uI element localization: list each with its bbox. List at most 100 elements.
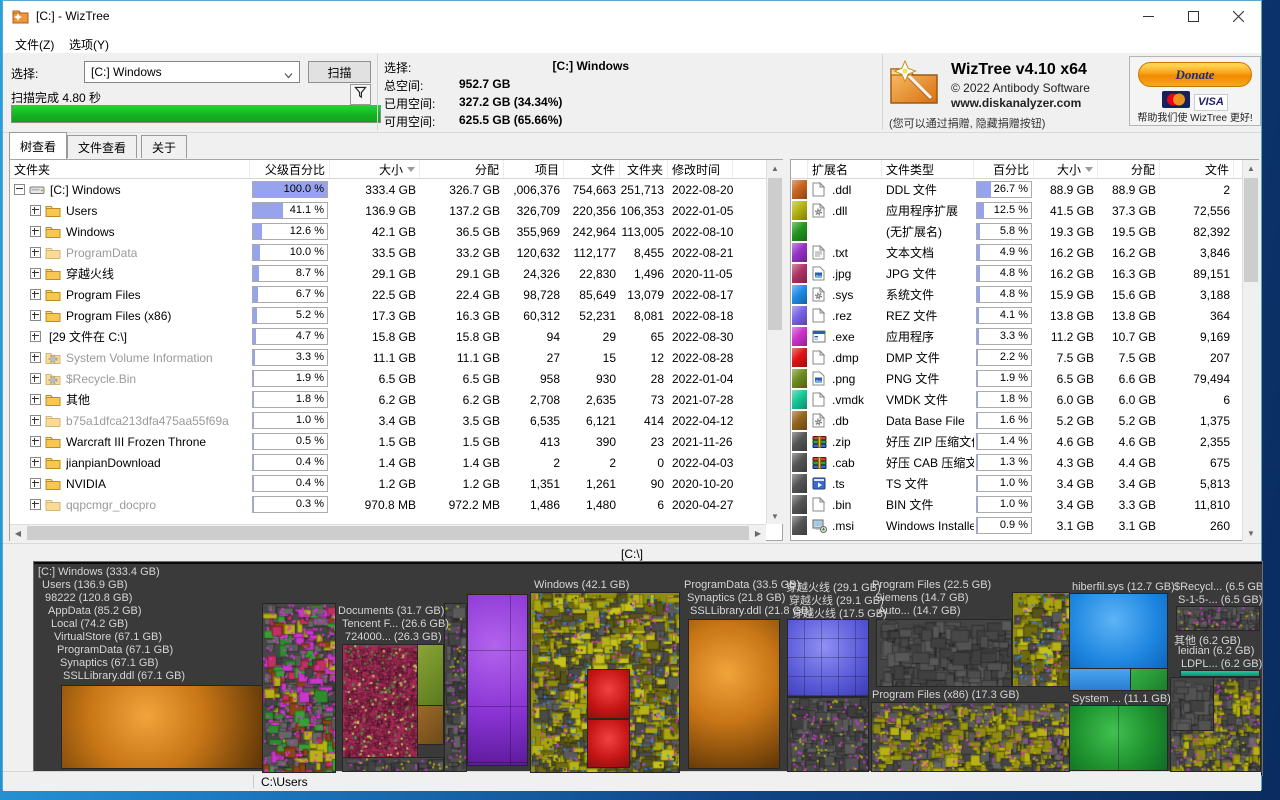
treemap-mosaic[interactable] [1013,593,1069,686]
scrollbar-thumb[interactable] [27,526,749,540]
treemap-mosaic[interactable] [1171,678,1213,730]
tree-expander[interactable] [30,226,41,237]
treemap-mosaic[interactable] [788,698,868,771]
scroll-left-icon[interactable]: ◀ [10,525,26,541]
folder-table-row[interactable]: qqpcmgr_docpro 0.3 % 970.8 MB 972.2 MB 1… [10,494,782,515]
col-size[interactable]: 大小 [330,160,420,178]
treemap[interactable]: [C:] Windows (333.4 GB)Users (136.9 GB)9… [34,562,1262,775]
tree-expander[interactable] [30,436,41,447]
ext-table-row[interactable]: .png PNG 文件 1.9 % 6.5 GB 6.6 GB 79,494 [791,368,1258,389]
treemap-block[interactable] [468,595,527,765]
folder-vertical-scrollbar[interactable]: ▲ ▼ [766,160,783,524]
tab-tree-view[interactable]: 树查看 [9,132,67,159]
col-filetype[interactable]: 文件类型 [882,160,974,178]
folder-table-row[interactable]: System Volume Information 3.3 % 11.1 GB … [10,347,782,368]
treemap-block[interactable] [689,620,779,768]
treemap-block[interactable] [588,720,629,767]
scroll-up-icon[interactable]: ▲ [1243,160,1259,176]
scroll-down-icon[interactable]: ▼ [767,508,783,524]
tree-expander[interactable] [30,394,41,405]
treemap-mosaic[interactable] [1177,607,1259,630]
treemap-block[interactable] [1181,671,1259,676]
col-files[interactable]: 文件 [564,160,620,178]
tree-expander[interactable] [30,373,41,384]
folder-table-row[interactable]: ProgramData 10.0 % 33.5 GB 33.2 GB 120,6… [10,242,782,263]
tree-expander[interactable] [14,184,25,195]
filter-button[interactable] [350,84,371,105]
brand-website-link[interactable]: www.diskanalyzer.com [951,96,1081,110]
col-ext-size[interactable]: 大小 [1034,160,1098,178]
folder-table-row[interactable]: Program Files (x86) 5.2 % 17.3 GB 16.3 G… [10,305,782,326]
treemap-mosaic[interactable] [877,620,1011,686]
ext-vertical-scrollbar[interactable]: ▲ ▼ [1242,160,1259,541]
ext-table-row[interactable]: .db Data Base File 1.6 % 5.2 GB 5.2 GB 1… [791,410,1258,431]
col-folders[interactable]: 文件夹 [620,160,668,178]
treemap-block[interactable] [1070,594,1167,669]
ext-table-row[interactable]: .rez REZ 文件 4.1 % 13.8 GB 13.8 GB 364 [791,305,1258,326]
drive-select[interactable]: [C:] Windows [84,61,300,83]
treemap-mosaic[interactable] [343,645,417,757]
tab-file-view[interactable]: 文件查看 [67,135,137,158]
scan-button[interactable]: 扫描 [308,61,371,83]
treemap-block[interactable] [1070,669,1130,690]
treemap-block[interactable] [418,706,443,744]
donate-button[interactable]: Donate [1138,62,1252,87]
ext-table-row[interactable]: .cab 好压 CAB 压缩文件 1.3 % 4.3 GB 4.4 GB 675 [791,452,1258,473]
treemap-mosaic[interactable] [343,758,443,771]
col-extension[interactable]: 扩展名 [808,160,882,178]
scroll-right-icon[interactable]: ▶ [750,525,766,541]
ext-table-row[interactable]: .ts TS 文件 1.0 % 3.4 GB 3.4 GB 5,813 [791,473,1258,494]
folder-table-row[interactable]: NVIDIA 0.4 % 1.2 GB 1.2 GB 1,351 1,261 9… [10,473,782,494]
col-items[interactable]: 项目 [504,160,564,178]
tab-about[interactable]: 关于 [141,135,187,158]
treemap-block[interactable] [1070,706,1167,770]
tree-expander[interactable] [30,310,41,321]
col-modified[interactable]: 修改时间 [668,160,733,178]
tree-expander[interactable] [30,205,41,216]
menu-options[interactable]: 选项(Y) [63,34,115,55]
folder-horizontal-scrollbar[interactable]: ◀ ▶ [10,524,766,541]
maximize-button[interactable] [1171,1,1216,31]
folder-table-row[interactable]: jianpianDownload 0.4 % 1.4 GB 1.4 GB 2 2… [10,452,782,473]
treemap-block[interactable] [588,670,629,718]
ext-table-row[interactable]: .jpg JPG 文件 4.8 % 16.2 GB 16.3 GB 89,151 [791,263,1258,284]
menu-file[interactable]: 文件(Z) [9,34,60,55]
minimize-button[interactable] [1126,1,1171,31]
folder-table-row[interactable]: Users 41.1 % 136.9 GB 137.2 GB 326,709 2… [10,200,782,221]
tree-expander[interactable] [30,415,41,426]
folder-table-row[interactable]: Warcraft III Frozen Throne 0.5 % 1.5 GB … [10,431,782,452]
treemap-mosaic[interactable] [263,604,335,772]
ext-table-row[interactable]: (无扩展名) 5.8 % 19.3 GB 19.5 GB 82,392 [791,221,1258,242]
ext-table-row[interactable]: .dll 应用程序扩展 12.5 % 41.5 GB 37.3 GB 72,55… [791,200,1258,221]
col-ext-alloc[interactable]: 分配 [1098,160,1160,178]
tree-expander[interactable] [30,478,41,489]
tree-expander[interactable] [30,352,41,363]
ext-table-row[interactable]: .vmdk VMDK 文件 1.8 % 6.0 GB 6.0 GB 6 [791,389,1258,410]
treemap-block[interactable] [788,620,868,696]
ext-table-row[interactable]: .sys 系统文件 4.8 % 15.9 GB 15.6 GB 3,188 [791,284,1258,305]
ext-table-row[interactable]: .bin BIN 文件 1.0 % 3.4 GB 3.3 GB 11,810 [791,494,1258,515]
treemap-mosaic[interactable] [872,703,1069,771]
col-parent-percent[interactable]: 父级百分比 [250,160,330,178]
ext-table-row[interactable]: .zip 好压 ZIP 压缩文件 1.4 % 4.6 GB 4.6 GB 2,3… [791,431,1258,452]
ext-table-row[interactable]: .dmp DMP 文件 2.2 % 7.5 GB 7.5 GB 207 [791,347,1258,368]
folder-table-row[interactable]: $Recycle.Bin 1.9 % 6.5 GB 6.5 GB 958 930… [10,368,782,389]
scroll-up-icon[interactable]: ▲ [767,160,783,176]
close-button[interactable] [1216,1,1261,31]
folder-table-row[interactable]: b75a1dfca213dfa475aa55f69a 1.0 % 3.4 GB … [10,410,782,431]
ext-table-row[interactable]: .exe 应用程序 3.3 % 11.2 GB 10.7 GB 9,169 [791,326,1258,347]
folder-table-row[interactable]: 其他 1.8 % 6.2 GB 6.2 GB 2,708 2,635 73 20… [10,389,782,410]
tree-expander[interactable] [30,457,41,468]
scrollbar-thumb[interactable] [1244,178,1258,282]
scrollbar-thumb[interactable] [768,178,782,330]
folder-table-row[interactable]: 穿越火线 8.7 % 29.1 GB 29.1 GB 24,326 22,830… [10,263,782,284]
folder-table-row[interactable]: Program Files 6.7 % 22.5 GB 22.4 GB 98,7… [10,284,782,305]
treemap-block[interactable] [62,686,262,768]
col-percent[interactable]: 百分比 [974,160,1034,178]
col-ext-files[interactable]: 文件 [1160,160,1234,178]
tree-expander[interactable] [30,499,41,510]
col-alloc[interactable]: 分配 [420,160,504,178]
scroll-down-icon[interactable]: ▼ [1243,525,1259,541]
folder-table-row[interactable]: Windows 12.6 % 42.1 GB 36.5 GB 355,969 2… [10,221,782,242]
treemap-block[interactable] [418,645,443,705]
